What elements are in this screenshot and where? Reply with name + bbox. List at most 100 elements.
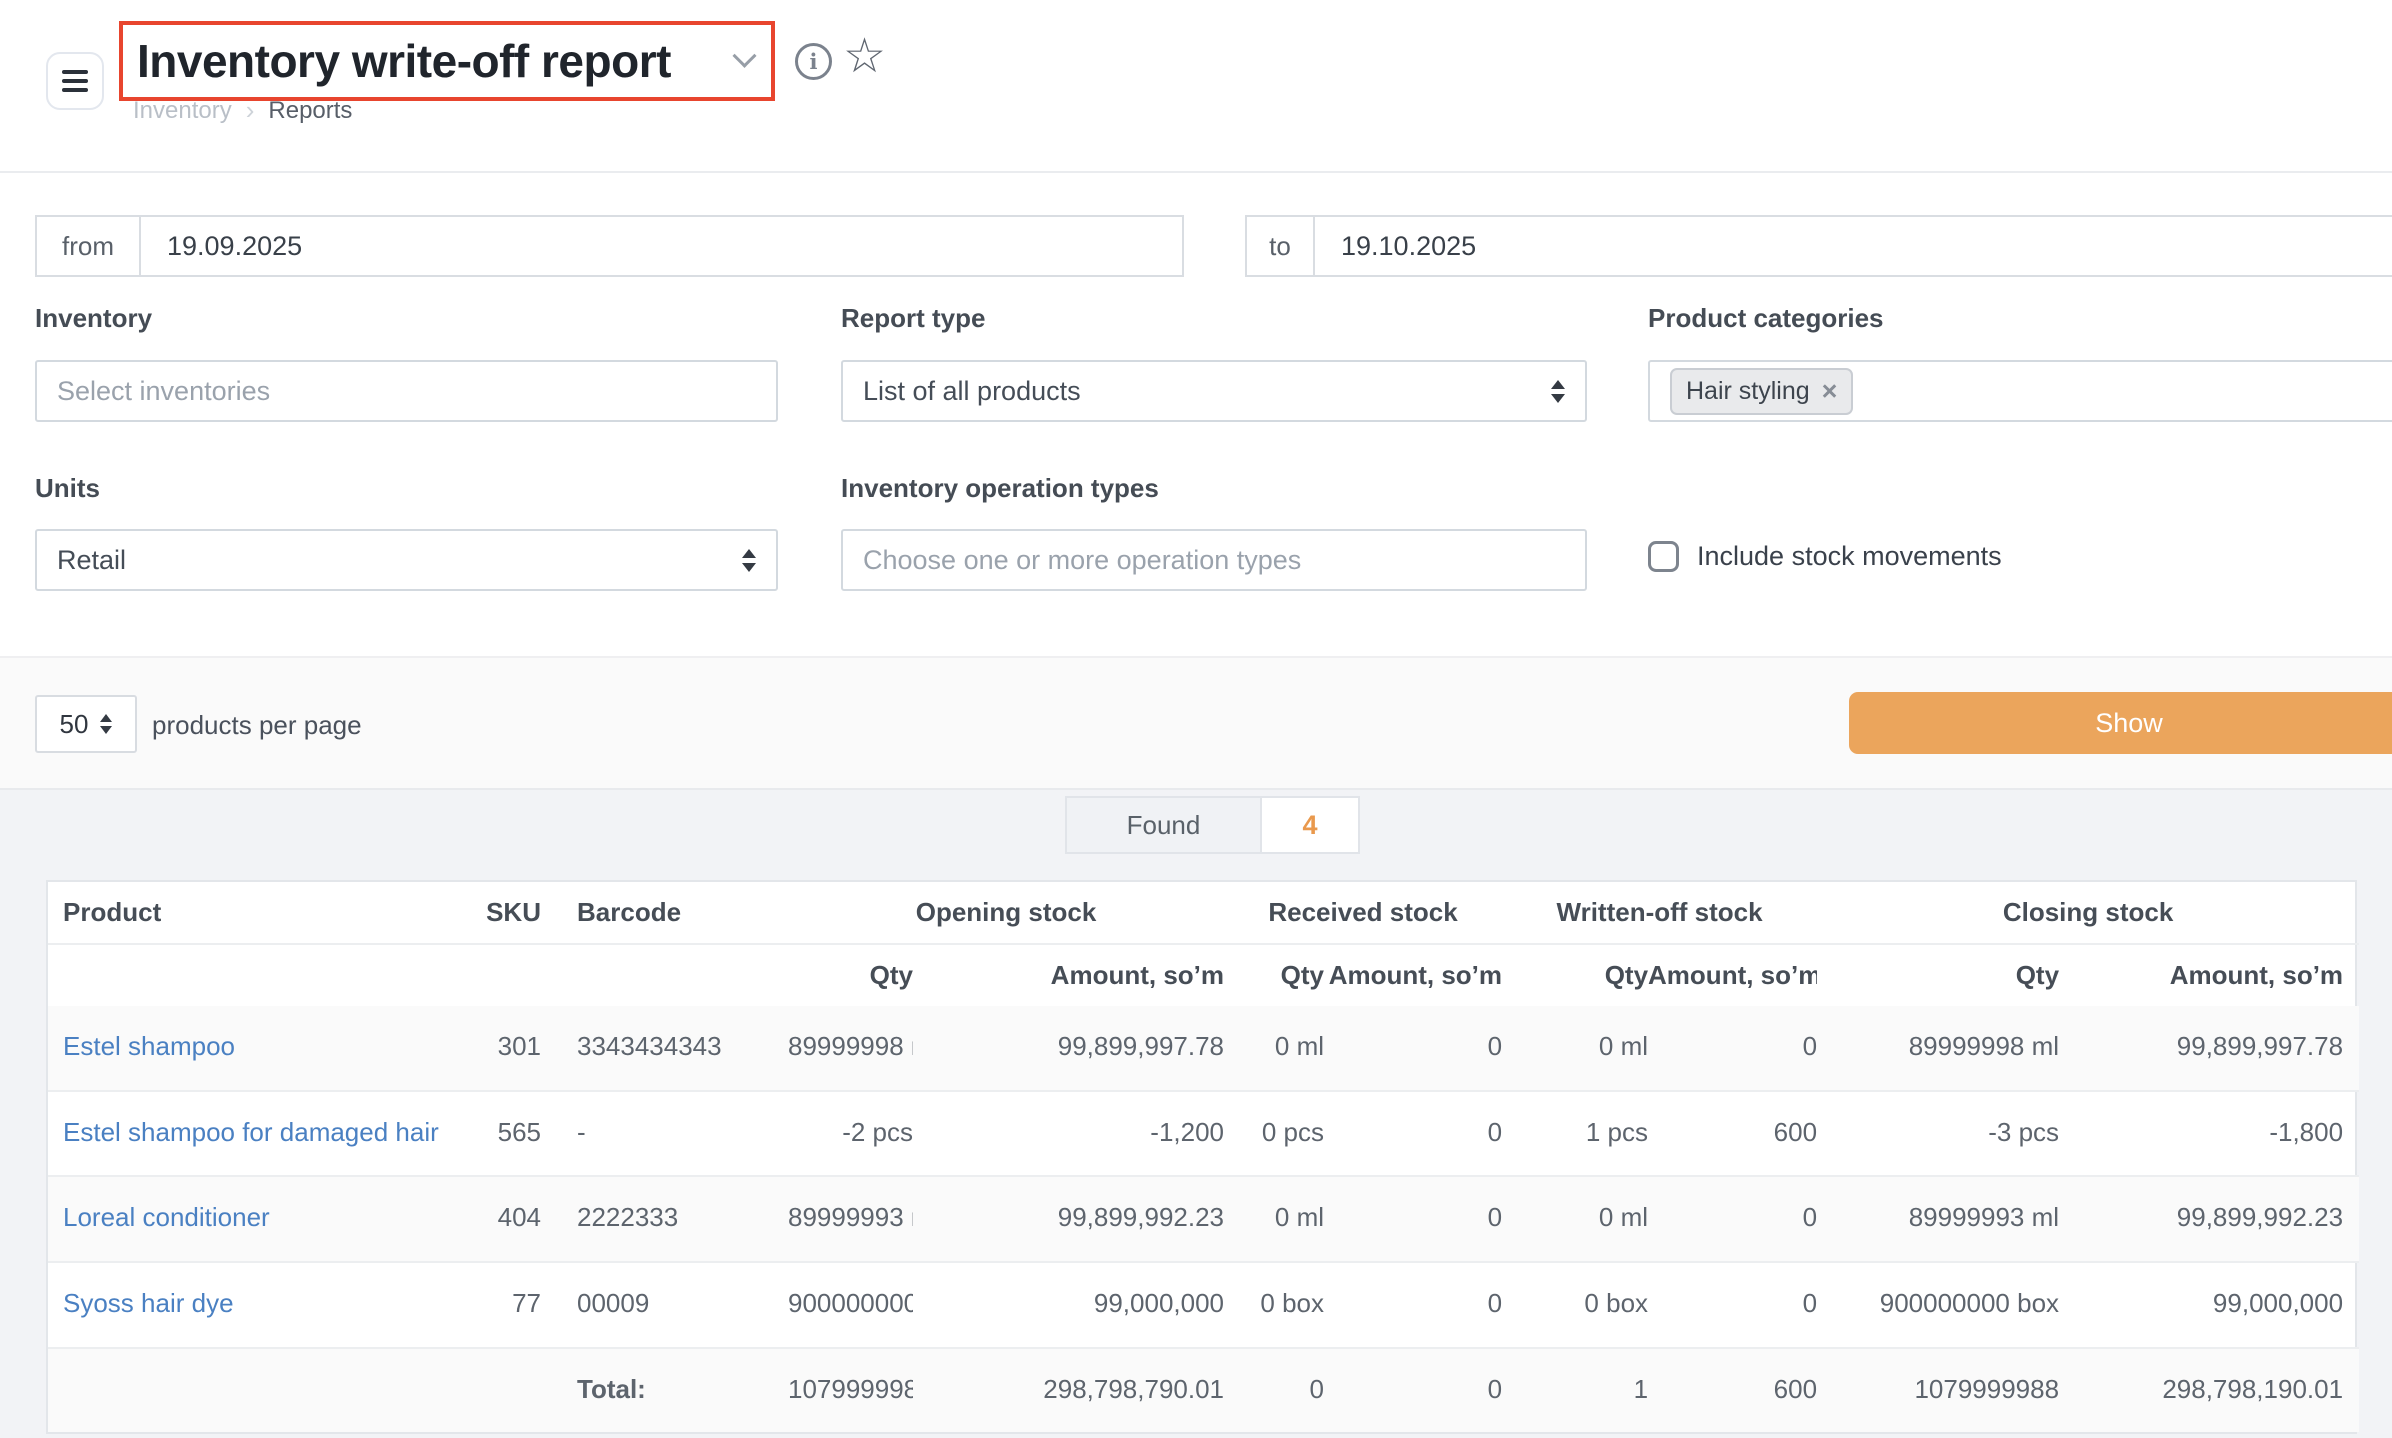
written-off-qty-cell: 0 box	[1502, 1262, 1648, 1348]
breadcrumb-item-reports: Reports	[268, 97, 352, 125]
received-amount-cell: 0	[1324, 1176, 1502, 1262]
received-amount-cell: 0	[1324, 1006, 1502, 1091]
opening-amount-cell: 99,899,997.78	[913, 1006, 1224, 1091]
total-received-amount: 0	[1324, 1348, 1502, 1433]
category-tag-hair-styling[interactable]: Hair styling ×	[1670, 368, 1853, 415]
found-counter: Found 4	[1065, 796, 1360, 854]
col-sku: SKU	[472, 882, 547, 944]
report-table: Product SKU Barcode Opening stock Receiv…	[48, 882, 2359, 1432]
barcode-cell: 00009	[547, 1262, 788, 1348]
per-page-value: 50	[60, 709, 89, 740]
product-link[interactable]: Estel shampoo for damaged hair	[63, 1117, 439, 1147]
col-closing-amount: Amount, so’m	[2059, 944, 2359, 1006]
closing-qty-cell: -3 pcs	[1817, 1091, 2059, 1177]
closing-amount-cell: 99,000,000	[2059, 1262, 2359, 1348]
page: Inventory write-off report i ☆ Inventory…	[0, 0, 2392, 1438]
total-label: Total:	[547, 1348, 788, 1433]
written-off-qty-cell: 0 ml	[1502, 1006, 1648, 1091]
table-row: Syoss hair dye 77 00009 900000000 box 99…	[48, 1262, 2359, 1348]
total-written-off-qty: 1	[1502, 1348, 1648, 1433]
date-to-input[interactable]: 19.10.2025	[1315, 217, 2392, 275]
select-arrows-icon	[1551, 380, 1565, 403]
written-off-amount-cell: 0	[1648, 1262, 1817, 1348]
closing-amount-cell: 99,899,992.23	[2059, 1176, 2359, 1262]
report-type-label: Report type	[841, 303, 985, 334]
closing-amount-cell: -1,800	[2059, 1091, 2359, 1177]
opening-amount-cell: -1,200	[913, 1091, 1224, 1177]
include-stock-movements-option[interactable]: Include stock movements	[1648, 541, 2002, 572]
col-received-amount: Amount, so’m	[1324, 944, 1502, 1006]
hamburger-menu-icon	[62, 70, 88, 92]
date-from-input[interactable]: 19.09.2025	[141, 217, 1182, 275]
col-barcode: Barcode	[547, 882, 788, 944]
product-link[interactable]: Loreal conditioner	[63, 1202, 270, 1232]
operation-types-select[interactable]: Choose one or more operation types	[841, 529, 1587, 591]
closing-qty-cell: 89999998 ml	[1817, 1006, 2059, 1091]
menu-button[interactable]	[46, 52, 104, 110]
table-row: Loreal conditioner 404 2222333 89999993 …	[48, 1176, 2359, 1262]
filters-section: from 19.09.2025 to 19.10.2025 Inventory …	[0, 173, 2392, 656]
col-closing-qty: Qty	[1817, 944, 2059, 1006]
per-page-select[interactable]: 50	[35, 695, 137, 753]
col-opening-stock: Opening stock	[788, 882, 1224, 944]
report-type-select[interactable]: List of all products	[841, 360, 1587, 422]
opening-qty-cell: 900000000 box	[788, 1262, 913, 1348]
col-received-stock: Received stock	[1224, 882, 1502, 944]
include-stock-movements-checkbox[interactable]	[1648, 541, 1679, 572]
table-subheader-row: Qty Amount, so’m Qty Amount, so’m Qty Am…	[48, 944, 2359, 1006]
date-to-field[interactable]: to 19.10.2025	[1245, 215, 2392, 277]
breadcrumb-item-inventory[interactable]: Inventory	[133, 97, 232, 125]
opening-amount-cell: 99,000,000	[913, 1262, 1224, 1348]
received-qty-cell: 0 pcs	[1224, 1091, 1324, 1177]
sku-cell: 77	[472, 1262, 547, 1348]
select-arrows-icon	[100, 714, 112, 734]
breadcrumb: Inventory › Reports	[133, 95, 352, 126]
found-label: Found	[1065, 796, 1262, 854]
opening-qty-cell: -2 pcs	[788, 1091, 913, 1177]
units-select[interactable]: Retail	[35, 529, 778, 591]
close-icon[interactable]: ×	[1822, 378, 1838, 405]
sku-cell: 565	[472, 1091, 547, 1177]
date-from-field[interactable]: from 19.09.2025	[35, 215, 1184, 277]
product-link[interactable]: Estel shampoo	[63, 1031, 235, 1061]
opening-amount-cell: 99,899,992.23	[913, 1176, 1224, 1262]
results-section: Found 4 Product SKU Barcode Opening	[0, 790, 2392, 1438]
date-from-label: from	[37, 217, 141, 275]
star-icon[interactable]: ☆	[843, 33, 886, 81]
sku-cell: 301	[472, 1006, 547, 1091]
info-icon[interactable]: i	[795, 43, 832, 80]
opening-qty-cell: 89999998 ml	[788, 1006, 913, 1091]
product-categories-multiselect[interactable]: Hair styling ×	[1648, 360, 2392, 422]
barcode-cell: 2222333	[547, 1176, 788, 1262]
total-closing-qty: 1079999988	[1817, 1348, 2059, 1433]
pagination-band: 50 products per page Show	[0, 656, 2392, 790]
product-link[interactable]: Syoss hair dye	[63, 1288, 234, 1318]
header: Inventory write-off report i ☆ Inventory…	[0, 0, 2392, 173]
col-opening-amount: Amount, so’m	[913, 944, 1224, 1006]
col-closing-stock: Closing stock	[1817, 882, 2359, 944]
found-count-badge[interactable]: 4	[1262, 796, 1360, 854]
total-written-off-amount: 600	[1648, 1348, 1817, 1433]
table-total-row: Total: 1079999989 298,798,790.01 0 0 1 6…	[48, 1348, 2359, 1433]
show-button[interactable]: Show	[1849, 692, 2392, 754]
report-title-selector[interactable]: Inventory write-off report	[119, 21, 775, 101]
chevron-down-icon	[732, 43, 756, 67]
col-written-off-qty: Qty	[1502, 944, 1648, 1006]
breadcrumb-chevron-icon: ›	[246, 95, 255, 126]
total-closing-amount: 298,798,190.01	[2059, 1348, 2359, 1433]
page-title: Inventory write-off report	[137, 34, 671, 88]
category-tag-label: Hair styling	[1686, 377, 1810, 406]
received-amount-cell: 0	[1324, 1091, 1502, 1177]
written-off-amount-cell: 0	[1648, 1006, 1817, 1091]
report-type-value: List of all products	[863, 376, 1081, 407]
info-icon-glyph: i	[810, 49, 818, 74]
table-row: Estel shampoo 301 3343434343 89999998 ml…	[48, 1006, 2359, 1091]
closing-amount-cell: 99,899,997.78	[2059, 1006, 2359, 1091]
written-off-amount-cell: 600	[1648, 1091, 1817, 1177]
select-arrows-icon	[742, 549, 756, 572]
inventory-select[interactable]: Select inventories	[35, 360, 778, 422]
closing-qty-cell: 89999993 ml	[1817, 1176, 2059, 1262]
total-opening-amount: 298,798,790.01	[913, 1348, 1224, 1433]
col-received-qty: Qty	[1224, 944, 1324, 1006]
col-written-off-amount: Amount, so’m	[1648, 944, 1817, 1006]
